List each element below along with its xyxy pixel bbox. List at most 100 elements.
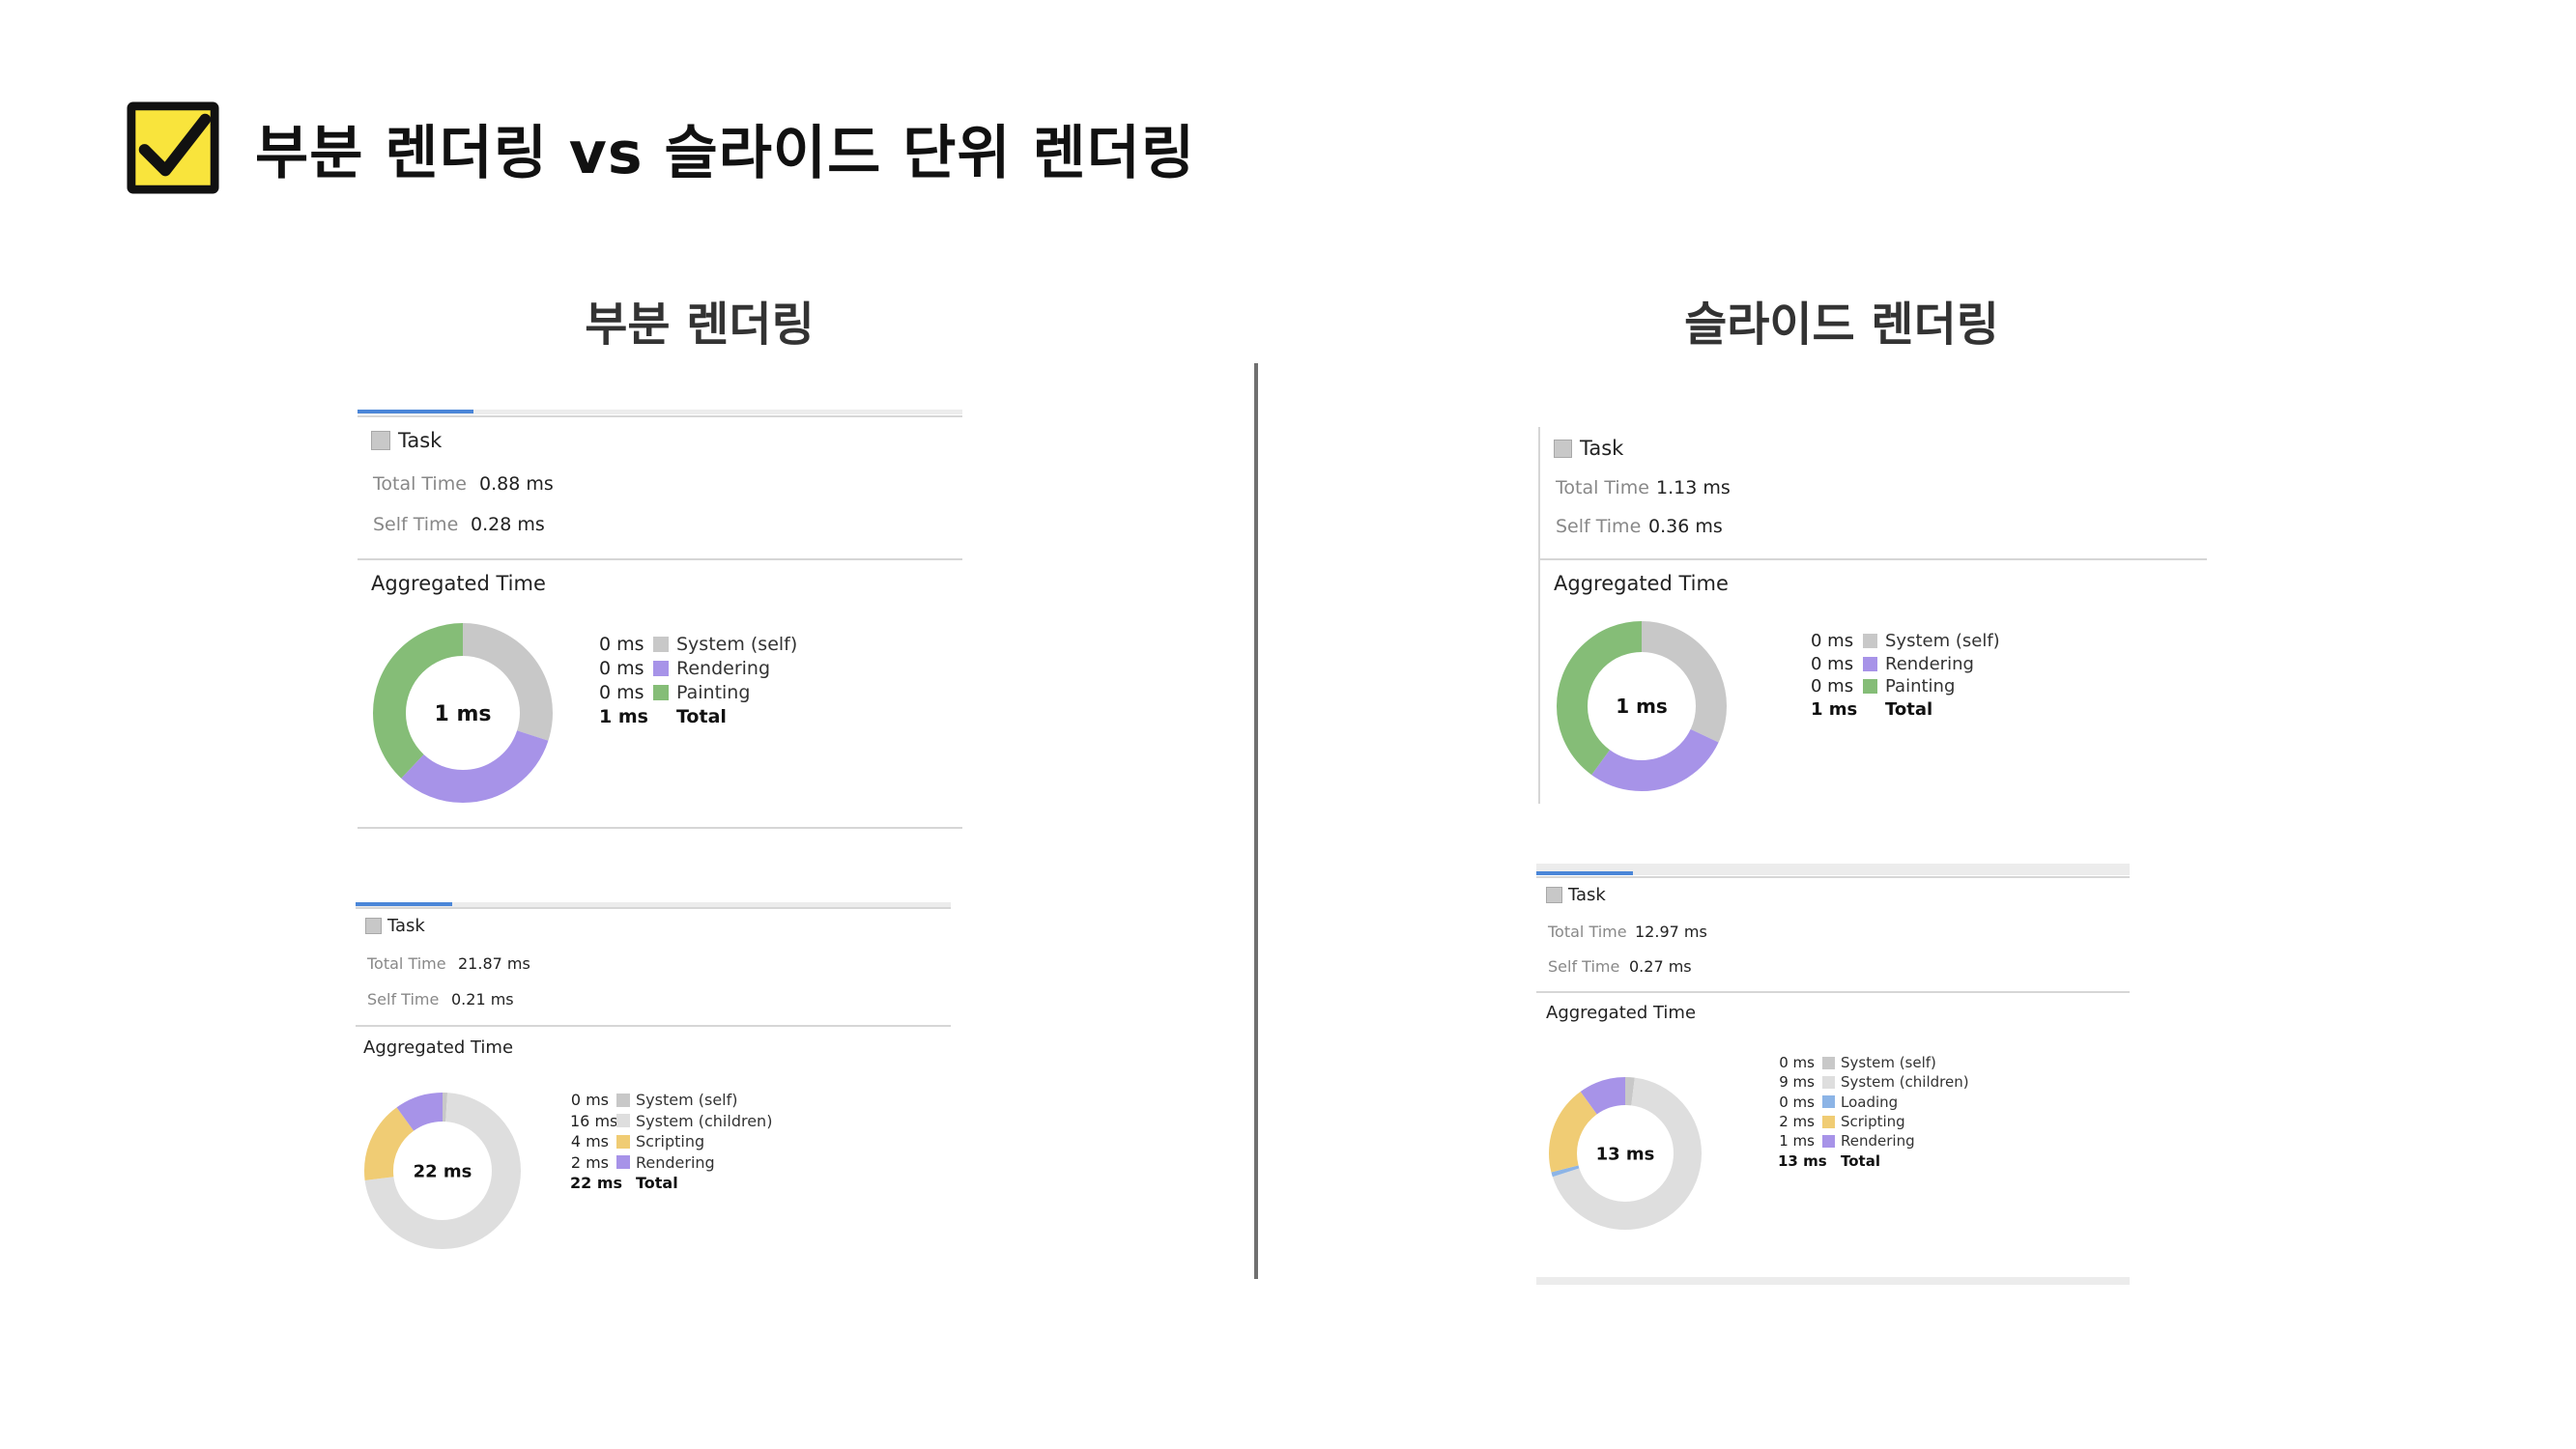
- total-time-row: Total Time 21.87 ms: [367, 954, 530, 973]
- donut-center-label: 22 ms: [414, 1161, 472, 1181]
- legend-value: 0 ms: [1779, 1093, 1815, 1111]
- aggregated-time-donut-chart: 1 ms: [373, 623, 553, 803]
- self-time-label: Self Time: [373, 514, 459, 535]
- self-time-label: Self Time: [1556, 516, 1642, 537]
- task-row: Task: [371, 429, 442, 452]
- legend-label: Total: [636, 1174, 678, 1193]
- tab-selected-indicator[interactable]: [1536, 871, 1633, 875]
- legend-label: System (children): [636, 1111, 773, 1130]
- separator: [358, 827, 962, 829]
- checkbox-checked-icon: [127, 101, 219, 194]
- legend-swatch: [1822, 1095, 1835, 1109]
- self-time-row: Self Time 0.21 ms: [367, 990, 514, 1009]
- legend-swatch: [616, 1093, 630, 1107]
- separator: [1536, 991, 2130, 993]
- aggregated-time-legend: 0 ms System (self) 0 ms Rendering 0 ms Painti…: [1811, 630, 2000, 721]
- legend-row-rendering: 2 ms Rendering: [570, 1152, 772, 1174]
- task-label: Task: [387, 916, 425, 936]
- legend-label: Scripting: [636, 1132, 705, 1151]
- legend-label: System (self): [1885, 631, 2000, 652]
- legend-value: 0 ms: [599, 633, 644, 655]
- legend-row-scripting: 4 ms Scripting: [570, 1131, 772, 1152]
- column-divider: [1254, 363, 1258, 1279]
- aggregated-time-donut-chart: 22 ms: [364, 1093, 521, 1249]
- aggregated-time-donut-chart: 1 ms: [1557, 621, 1727, 791]
- panel-left-edge: [1538, 427, 1540, 804]
- legend-label: Total: [1885, 698, 1933, 720]
- legend-swatch: [653, 684, 669, 700]
- legend-swatch: [616, 1114, 630, 1128]
- self-time-row: Self Time 0.28 ms: [373, 514, 545, 535]
- tab-bar: [1536, 864, 2130, 875]
- self-time-row: Self Time 0.36 ms: [1556, 516, 1723, 537]
- legend-value: 1 ms: [1779, 1132, 1815, 1151]
- self-time-value: 0.36 ms: [1648, 516, 1723, 537]
- legend-swatch: [1863, 679, 1877, 695]
- legend-value: 4 ms: [570, 1132, 609, 1151]
- legend-swatch: [616, 1155, 630, 1170]
- separator: [1536, 876, 2130, 878]
- tab-bar: [358, 410, 962, 414]
- aggregated-time-heading: Aggregated Time: [363, 1037, 514, 1058]
- legend-swatch: [1822, 1134, 1835, 1148]
- self-time-row: Self Time 0.27 ms: [1548, 957, 1692, 976]
- separator: [356, 1025, 951, 1027]
- legend-label: Scripting: [1841, 1113, 1905, 1131]
- legend-label: Painting: [1885, 676, 1956, 697]
- separator: [1538, 558, 2207, 560]
- legend-swatch: [653, 660, 669, 676]
- total-time-row: Total Time 0.88 ms: [373, 473, 554, 495]
- total-time-value: 1.13 ms: [1656, 477, 1731, 498]
- aggregated-time-legend: 0 ms System (self) 0 ms Rendering 0 ms Painti…: [599, 632, 797, 728]
- legend-swatch: [1863, 634, 1877, 649]
- legend-label: Rendering: [676, 657, 771, 679]
- legend-swatch: [1822, 1056, 1835, 1069]
- task-label: Task: [1580, 437, 1624, 460]
- legend-row-rendering: 0 ms Rendering: [1811, 653, 2000, 676]
- task-row: Task: [365, 916, 425, 936]
- right-perf-panel-2: Task Total Time 12.97 ms Self Time 0.27 …: [1536, 864, 2130, 1289]
- aggregated-time-donut-chart: 13 ms: [1549, 1077, 1702, 1230]
- legend-row-total: 1 ms Total: [1811, 698, 2000, 722]
- tab-selected-indicator[interactable]: [356, 902, 452, 906]
- legend-row-scripting: 2 ms Scripting: [1778, 1112, 1969, 1131]
- task-label: Task: [1568, 885, 1606, 905]
- legend-swatch: [1822, 1075, 1835, 1089]
- legend-row-system-children: 16 ms System (children): [570, 1111, 772, 1132]
- legend-swatch: [1822, 1115, 1835, 1128]
- total-time-label: Total Time: [373, 473, 467, 495]
- legend-swatch: [653, 636, 669, 652]
- legend-value: 0 ms: [599, 657, 644, 679]
- legend-value: 16 ms: [570, 1111, 618, 1130]
- legend-value: 0 ms: [570, 1091, 609, 1110]
- legend-row-rendering: 0 ms Rendering: [599, 656, 797, 680]
- legend-label: Total: [1841, 1151, 1880, 1170]
- legend-label: System (self): [1841, 1054, 1936, 1072]
- legend-label: Painting: [676, 681, 751, 703]
- legend-value: 0 ms: [1779, 1054, 1815, 1072]
- legend-row-system-self: 0 ms System (self): [570, 1090, 772, 1111]
- self-time-value: 0.27 ms: [1629, 957, 1692, 976]
- task-swatch: [371, 431, 390, 450]
- separator: [1536, 1277, 2130, 1285]
- tab-selected-indicator[interactable]: [358, 410, 473, 413]
- legend-row-system-self: 0 ms System (self): [599, 632, 797, 656]
- legend-label: Loading: [1841, 1093, 1899, 1111]
- legend-label: Rendering: [1885, 653, 1974, 674]
- task-row: Task: [1554, 437, 1623, 460]
- total-time-row: Total Time 12.97 ms: [1548, 923, 1707, 941]
- task-row: Task: [1546, 885, 1606, 905]
- right-column-title: 슬라이드 렌더링: [1684, 298, 1999, 352]
- legend-label: System (children): [1841, 1073, 1969, 1092]
- legend-label: System (self): [676, 633, 798, 655]
- self-time-label: Self Time: [1548, 957, 1620, 976]
- self-time-label: Self Time: [367, 990, 440, 1009]
- legend-row-painting: 0 ms Painting: [599, 680, 797, 704]
- legend-value: 1 ms: [1811, 698, 1858, 720]
- right-perf-panel-1: Task Total Time 1.13 ms Self Time 0.36 m…: [1538, 427, 2207, 804]
- legend-row-system-self: 0 ms System (self): [1811, 630, 2000, 653]
- separator: [356, 907, 951, 909]
- aggregated-time-legend: 0 ms System (self) 9 ms System (children) 0 …: [1778, 1053, 1969, 1171]
- slide-title: 부분 렌더링 vs 슬라이드 단위 렌더링: [255, 119, 1196, 187]
- task-swatch: [1554, 439, 1572, 458]
